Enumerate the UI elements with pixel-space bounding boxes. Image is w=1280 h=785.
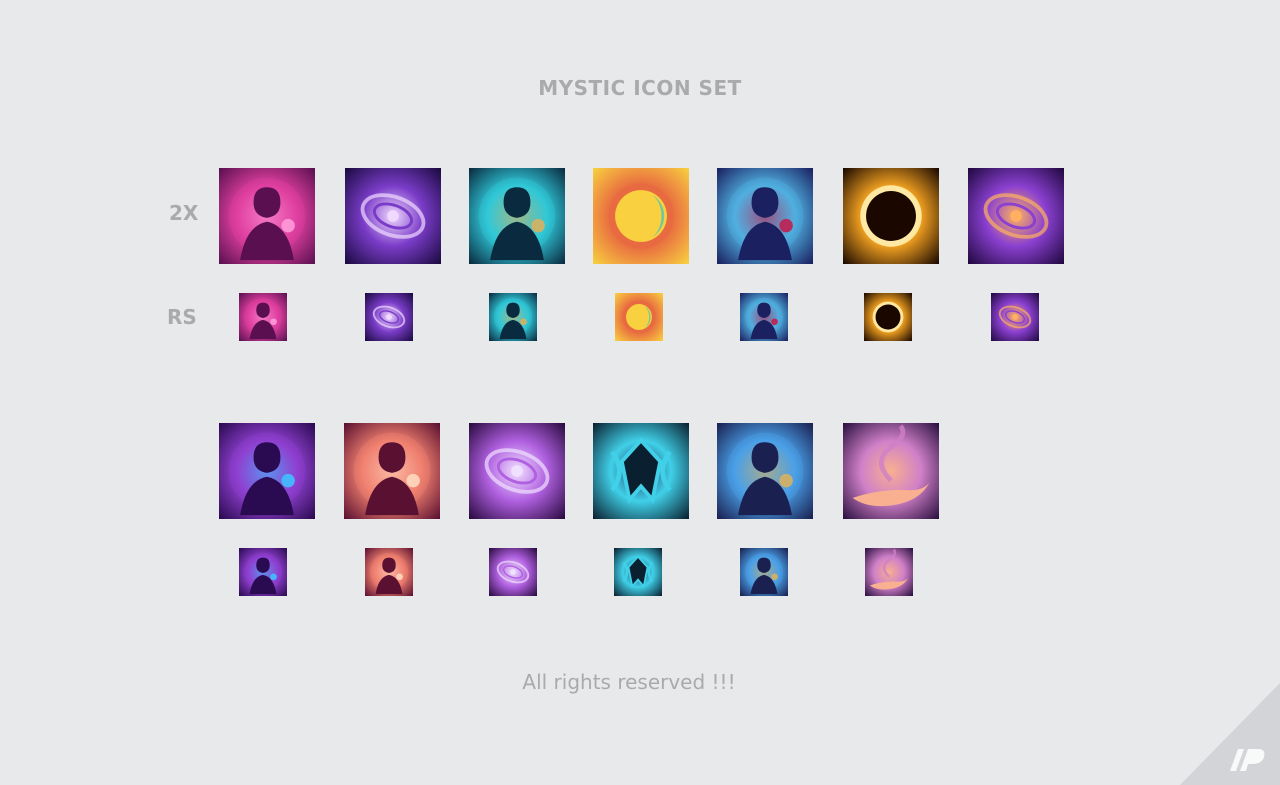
page-title: MYSTIC ICON SET — [538, 76, 742, 100]
hooded-summoner-circle-rs-icon — [740, 293, 788, 341]
whirlwind-sorceress-2x-icon — [469, 423, 565, 519]
solar-eclipse-rs-icon — [864, 293, 912, 341]
void-portal-light-2x-icon — [345, 168, 441, 264]
spirit-hand-2x-icon — [843, 423, 939, 519]
solar-eclipse-2x-icon — [843, 168, 939, 264]
staff-wielder-mage-rs-icon — [740, 548, 788, 596]
enchantress-portrait-rs-icon — [239, 293, 287, 341]
row-label-rs: RS — [167, 305, 197, 329]
arcane-sigil-rs-icon — [614, 548, 662, 596]
enchantress-portrait-2x-icon — [219, 168, 315, 264]
cyan-mage-figure-rs-icon — [489, 293, 537, 341]
spirit-hand-rs-icon — [865, 548, 913, 596]
dancer-flame-2x-icon — [344, 423, 440, 519]
corner-logo-icon — [1180, 683, 1280, 785]
staff-wielder-mage-2x-icon — [717, 423, 813, 519]
spiral-galaxy-rs-icon — [991, 293, 1039, 341]
footer-text: All rights reserved !!! — [522, 670, 736, 694]
sorceress-orb-2x-icon — [219, 423, 315, 519]
void-portal-light-rs-icon — [365, 293, 413, 341]
dancer-flame-rs-icon — [365, 548, 413, 596]
golden-moon-sun-2x-icon — [593, 168, 689, 264]
sorceress-orb-rs-icon — [239, 548, 287, 596]
hooded-summoner-circle-2x-icon — [717, 168, 813, 264]
arcane-sigil-2x-icon — [593, 423, 689, 519]
row-label-2x: 2X — [169, 201, 199, 225]
whirlwind-sorceress-rs-icon — [489, 548, 537, 596]
cyan-mage-figure-2x-icon — [469, 168, 565, 264]
golden-moon-sun-rs-icon — [615, 293, 663, 341]
spiral-galaxy-2x-icon — [968, 168, 1064, 264]
